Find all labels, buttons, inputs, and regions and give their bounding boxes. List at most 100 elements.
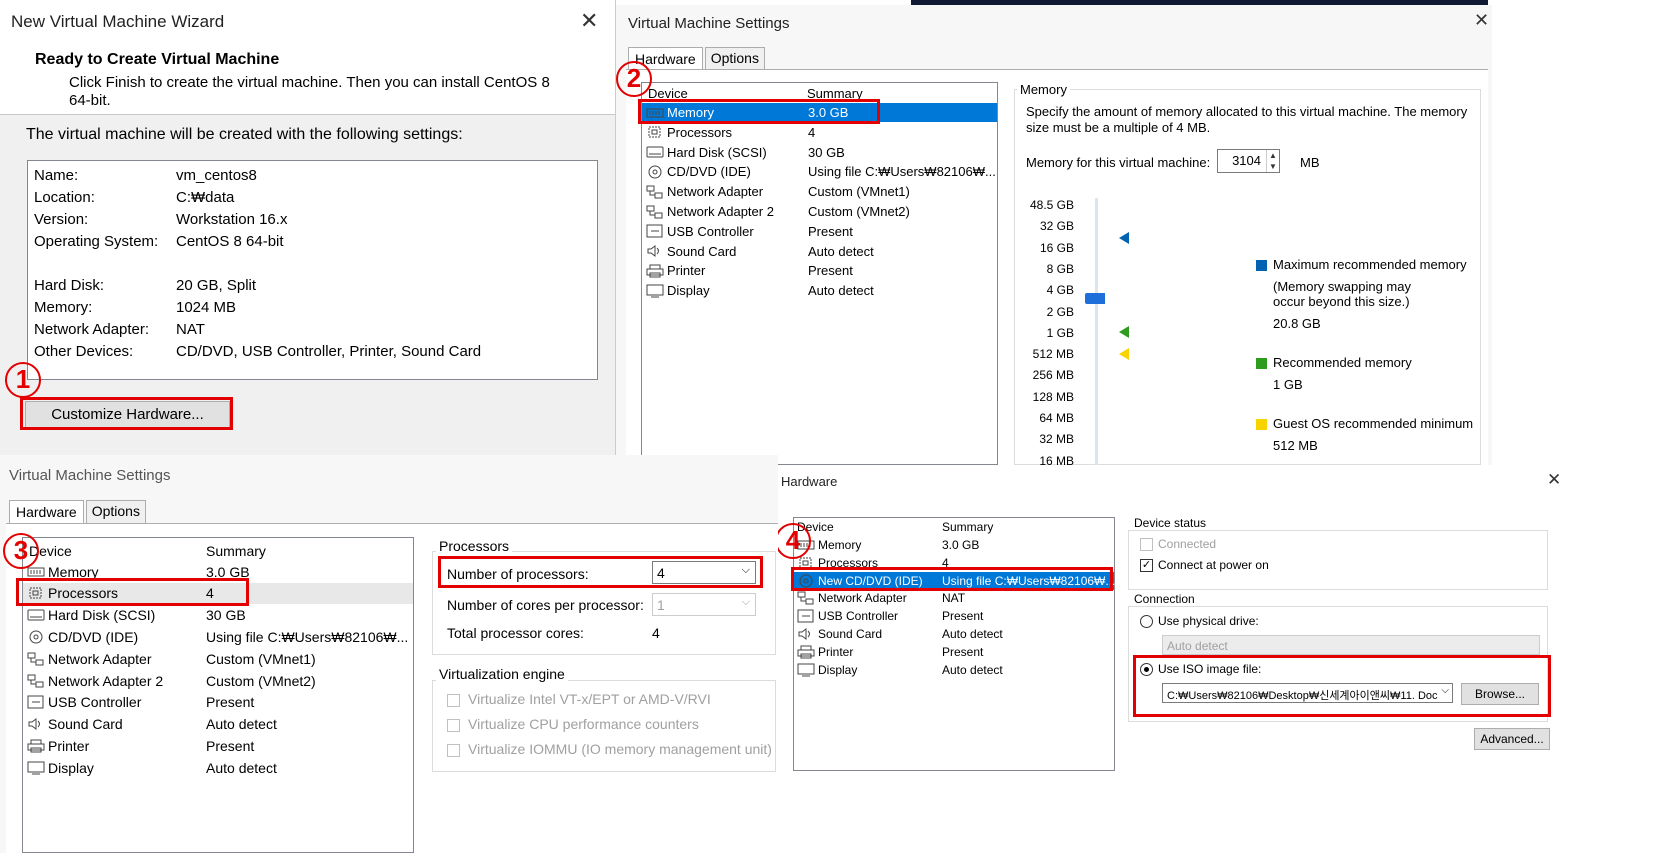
close-icon[interactable]: ✕ — [1474, 10, 1489, 31]
device-row[interactable]: USB Controller Present — [23, 692, 413, 713]
memory-slider-thumb[interactable] — [1085, 293, 1105, 304]
device-row[interactable]: Network Adapter Custom (VMnet1) — [23, 648, 413, 669]
device-row[interactable]: Network Adapter 2 Custom (VMnet2) — [642, 202, 997, 221]
network-icon — [797, 591, 815, 605]
memory-desc-1: Specify the amount of memory allocated t… — [1026, 104, 1468, 119]
connected-checkbox[interactable]: Connected — [1140, 537, 1216, 552]
settings-summary-box: Name: vm_centos8 Location: C:₩data Version: W… — [27, 160, 598, 380]
device-row[interactable]: Display Auto detect — [642, 281, 997, 300]
network-icon — [646, 205, 664, 219]
device-row[interactable]: Memory 3.0 GB — [794, 536, 1114, 554]
recommended-memory-marker — [1119, 326, 1129, 338]
column-summary: Summary — [942, 520, 994, 534]
physical-drive-select[interactable]: Auto detect — [1162, 635, 1540, 655]
printer-icon — [27, 739, 45, 753]
device-name: CD/DVD (IDE) — [667, 164, 751, 180]
device-row[interactable]: Printer Present — [794, 643, 1114, 661]
step-badge-1: 1 — [5, 362, 41, 398]
memory-slider-track[interactable] — [1095, 198, 1098, 465]
legend-max: Maximum recommended memory — [1256, 257, 1467, 272]
setting-label: Location: — [34, 189, 95, 206]
physical-drive-radio[interactable]: Use physical drive: — [1140, 614, 1259, 629]
device-row[interactable]: Sound Card Auto detect — [23, 714, 413, 735]
printer-icon — [646, 264, 664, 278]
device-row[interactable]: Display Auto detect — [23, 757, 413, 778]
setting-value: vm_centos8 — [176, 167, 257, 184]
device-name: Network Adapter — [48, 650, 152, 667]
device-summary: Present — [206, 737, 255, 754]
device-summary: 4 — [808, 124, 816, 140]
usb-icon — [27, 695, 45, 709]
setting-value: NAT — [176, 321, 205, 338]
device-row[interactable]: Printer Present — [23, 735, 413, 756]
tab-hardware[interactable]: Hardware — [9, 500, 84, 524]
device-summary: Auto detect — [942, 627, 1003, 641]
memory-scale-label: 1 GB — [1046, 325, 1074, 340]
setting-value: Workstation 16.x — [176, 211, 288, 228]
memory-scale-label: 8 GB — [1046, 261, 1074, 276]
setting-value: C:₩data — [176, 189, 235, 206]
max-memory-marker — [1119, 232, 1129, 244]
device-name: CD/DVD (IDE) — [48, 628, 139, 645]
device-name: USB Controller — [667, 223, 754, 239]
device-row[interactable]: Processors 4 — [642, 123, 997, 142]
device-row[interactable]: Hard Disk (SCSI) 30 GB — [23, 605, 413, 626]
memory-spinner[interactable]: ▲ ▼ — [1266, 150, 1279, 172]
step-badge-2: 2 — [616, 61, 652, 97]
hardware-cd-dvd: Hardware ✕ Device Summary Memory 3.0 GB Pr… — [778, 465, 1673, 853]
wizard-subtext-2: 64-bit. — [69, 92, 111, 109]
virtualization-checkbox[interactable]: Virtualize Intel VT-x/EPT or AMD-V/RVI — [447, 691, 711, 707]
device-row[interactable]: USB Controller Present — [642, 222, 997, 241]
divider — [0, 114, 615, 115]
chevron-down-icon: ⌵ — [741, 596, 750, 608]
device-summary: Custom (VMnet1) — [206, 650, 316, 667]
memory-scale-label: 128 MB — [1032, 389, 1074, 404]
window-title: Virtual Machine Settings — [628, 15, 790, 32]
advanced-button[interactable]: Advanced... — [1474, 728, 1550, 750]
legend-min-value: 512 MB — [1273, 438, 1318, 453]
connect-at-power-on-checkbox[interactable]: ✓ Connect at power on — [1140, 558, 1269, 573]
tab-options[interactable]: Options — [85, 500, 146, 524]
cd-icon — [646, 165, 664, 179]
device-row[interactable]: Printer Present — [642, 261, 997, 280]
vm-settings-processors: Virtual Machine Settings Hardware Option… — [0, 455, 778, 853]
close-icon[interactable]: ✕ — [580, 8, 598, 34]
virtualization-checkbox[interactable]: Virtualize CPU performance counters — [447, 716, 699, 732]
device-row[interactable]: Network Adapter NAT — [794, 589, 1114, 607]
monitor-icon — [797, 663, 815, 677]
cores-select[interactable]: 1 ⌵ — [652, 593, 756, 616]
device-row[interactable]: Network Adapter 2 Custom (VMnet2) — [23, 670, 413, 691]
device-list[interactable]: Device Summary Memory 3.0 GB Processors 4 Ha… — [641, 82, 998, 465]
device-list[interactable]: Device Summary Memory 3.0 GB Processors 4 Ne… — [793, 517, 1115, 771]
legend-recommended-value: 1 GB — [1273, 377, 1303, 392]
device-row[interactable]: Sound Card Auto detect — [794, 625, 1114, 643]
speaker-icon — [27, 717, 45, 731]
close-icon[interactable]: ✕ — [1547, 470, 1561, 490]
memory-scale-label: 16 MB — [1039, 453, 1074, 465]
setting-value: 1024 MB — [176, 299, 237, 316]
device-row[interactable]: Sound Card Auto detect — [642, 242, 997, 261]
usb-icon — [646, 224, 664, 238]
device-summary: Auto detect — [808, 243, 874, 259]
device-row[interactable]: Hard Disk (SCSI) 30 GB — [642, 143, 997, 162]
legend-max-note-2: occur beyond this size.) — [1273, 294, 1410, 309]
virtualization-checkbox[interactable]: Virtualize IOMMU (IO memory management u… — [447, 741, 772, 757]
device-row[interactable]: CD/DVD (IDE) Using file C:₩Users₩82106₩..… — [23, 626, 413, 647]
setting-label: Version: — [34, 211, 89, 228]
highlight-box — [1133, 655, 1551, 717]
device-name: Display — [818, 662, 858, 677]
device-summary: Using file C:₩Users₩82106₩... — [206, 628, 409, 645]
device-name: Display — [48, 759, 94, 776]
device-row[interactable]: CD/DVD (IDE) Using file C:₩Users₩82106₩..… — [642, 162, 997, 181]
disk-icon — [27, 608, 45, 622]
device-row[interactable]: Network Adapter Custom (VMnet1) — [642, 182, 997, 201]
device-name: Network Adapter 2 — [48, 672, 164, 689]
device-row[interactable]: USB Controller Present — [794, 607, 1114, 625]
device-summary: Auto detect — [206, 716, 277, 733]
virtualization-option-label: Virtualize CPU performance counters — [468, 716, 699, 732]
legend-max-note-1: (Memory swapping may — [1273, 279, 1411, 294]
device-row[interactable]: Display Auto detect — [794, 661, 1114, 679]
setting-label: Hard Disk: — [34, 277, 105, 294]
tab-options[interactable]: Options — [704, 47, 765, 71]
memory-scale-label: 48.5 GB — [1029, 198, 1074, 212]
